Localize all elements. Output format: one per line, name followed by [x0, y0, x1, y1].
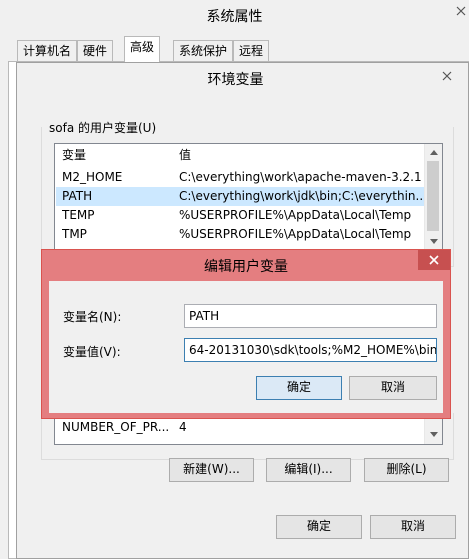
tab-system-protection[interactable]: 系统保护 [173, 40, 234, 62]
edit-dialog-title: 编辑用户变量 [204, 259, 288, 275]
variable-name-field[interactable]: PATH [184, 304, 437, 328]
var-value: C:\everything\work\apache-maven-3.2.1 [179, 170, 422, 184]
var-value: %USERPROFILE%\AppData\Local\Temp [179, 208, 412, 222]
var-value: %USERPROFILE%\AppData\Local\Temp [179, 227, 412, 241]
close-icon[interactable] [418, 250, 450, 270]
table-row[interactable]: TEMP %USERPROFILE%\AppData\Local\Temp [56, 206, 426, 225]
var-name: TMP [62, 227, 87, 241]
scroll-up-icon[interactable] [425, 144, 442, 160]
system-properties-title: 系统属性 [206, 9, 263, 25]
column-header-variable[interactable]: 变量 [62, 146, 172, 165]
edit-ok-button[interactable]: 确定 [256, 376, 342, 400]
env-dialog-title: 环境变量 [207, 72, 264, 88]
variable-value-label: 变量值(V): [63, 345, 121, 359]
scroll-down-icon[interactable] [425, 233, 442, 249]
env-ok-button[interactable]: 确定 [276, 515, 362, 539]
var-name: PATH [62, 189, 93, 203]
tab-remote[interactable]: 远程 [233, 40, 270, 62]
edit-cancel-button[interactable]: 取消 [349, 376, 437, 400]
delete-variable-button[interactable]: 删除(L) [364, 458, 449, 482]
column-header-value[interactable]: 值 [179, 146, 419, 165]
tab-advanced[interactable]: 高级 [124, 36, 161, 62]
new-variable-button[interactable]: 新建(W)... [169, 458, 254, 482]
tab-hardware[interactable]: 硬件 [77, 40, 114, 62]
var-value: 4 [179, 420, 187, 434]
user-list-scrollbar[interactable] [424, 144, 442, 249]
table-row[interactable]: TMP %USERPROFILE%\AppData\Local\Temp [56, 225, 426, 244]
table-row-selected[interactable]: PATH C:\everything\work\jdk\bin;C:\every… [56, 187, 426, 206]
scroll-thumb[interactable] [427, 161, 439, 231]
edit-variable-button[interactable]: 编辑(I)... [266, 458, 351, 482]
edit-dialog-body: 变量名(N): PATH 变量值(V): 64-20131030\sdk\too… [49, 281, 443, 413]
var-name: TEMP [62, 208, 95, 222]
list-header: 变量 值 [56, 146, 426, 165]
variable-name-label: 变量名(N): [63, 310, 122, 324]
var-name: M2_HOME [62, 170, 123, 184]
env-cancel-button[interactable]: 取消 [370, 515, 456, 539]
scroll-down-icon[interactable] [425, 426, 442, 442]
table-row[interactable]: NUMBER_OF_PR... 4 [56, 418, 426, 437]
table-row[interactable]: M2_HOME C:\everything\work\apache-maven-… [56, 168, 426, 187]
close-icon[interactable] [437, 67, 457, 85]
variable-value-field[interactable]: 64-20131030\sdk\tools;%M2_HOME%\bin [184, 338, 437, 362]
var-name: NUMBER_OF_PR... [62, 420, 170, 434]
close-icon[interactable] [452, 0, 469, 22]
tab-computer-name[interactable]: 计算机名 [17, 40, 78, 62]
edit-user-variable-dialog: 编辑用户变量 变量名(N): PATH 变量值(V): 64-20131030\… [41, 249, 451, 419]
var-value: C:\everything\work\jdk\bin;C:\everythin.… [179, 189, 424, 203]
user-variables-list[interactable]: 变量 值 M2_HOME C:\everything\work\apache-m… [54, 143, 443, 250]
